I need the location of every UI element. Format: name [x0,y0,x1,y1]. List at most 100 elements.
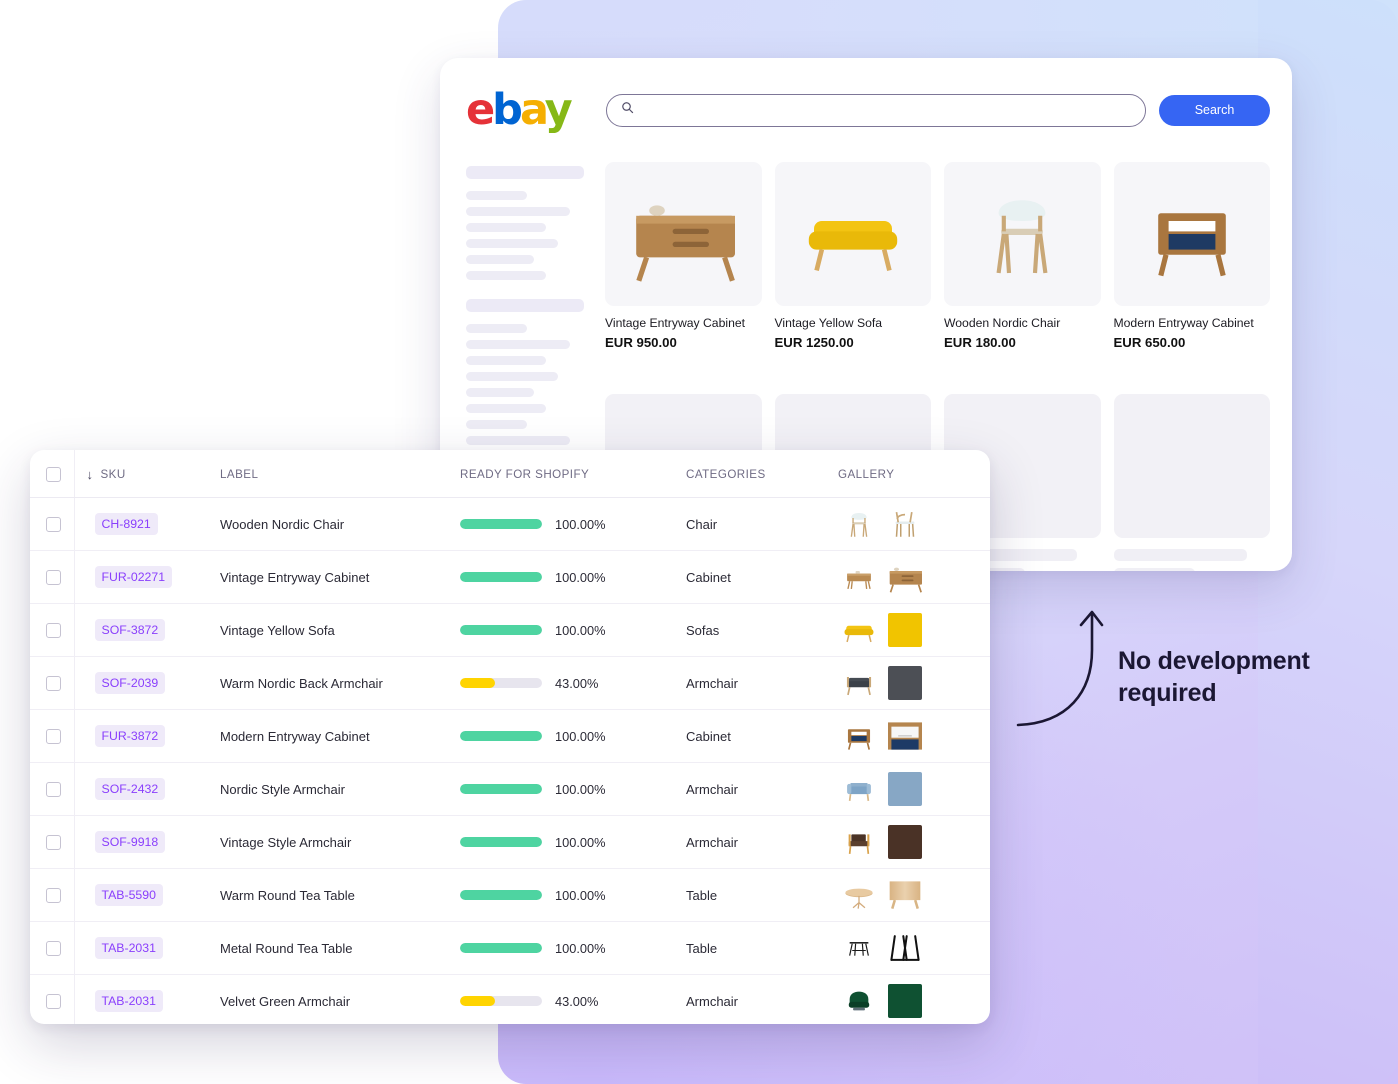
product-card[interactable]: Modern Entryway Cabinet EUR 650.00 [1113,162,1270,382]
table-row[interactable]: TAB-5590 Warm Round Tea Table 100.00% Table [30,868,990,922]
gallery-thumbnail[interactable] [842,878,876,912]
gallery-thumbnail[interactable] [842,719,876,753]
row-checkbox[interactable] [46,516,61,532]
sku-badge: TAB-5590 [94,884,163,906]
product-price: EUR 650.00 [1113,334,1186,350]
product-card[interactable]: Vintage Entryway Cabinet EUR 950.00 [605,162,762,382]
gallery-thumbnail[interactable] [888,613,922,647]
sku-badge: SOF-3872 [94,619,166,641]
progress-bar [460,731,542,741]
gallery-thumbnail[interactable] [842,825,876,859]
row-checkbox[interactable] [46,834,61,850]
callout-line-2: required [1118,679,1217,707]
skeleton-bar [466,404,547,413]
progress-percent: 100.00% [555,728,606,744]
product-card-skeleton [1113,394,1270,571]
gallery-thumbnail[interactable] [842,772,876,806]
row-checkbox[interactable] [46,569,61,585]
gallery-thumbnail[interactable] [888,560,922,594]
gallery-thumbnail[interactable] [888,507,922,541]
row-select-cell [30,497,75,551]
progress-percent: 100.00% [555,834,606,850]
table-row[interactable]: TAB-2031 Velvet Green Armchair 43.00% Armch… [30,974,990,1024]
progress-percent: 43.00% [555,993,599,1009]
cell-sku: SOF-2432 [74,762,208,816]
cell-ready-for-shopify: 100.00% [450,550,686,604]
row-checkbox[interactable] [46,675,61,691]
cell-sku: SOF-3872 [74,603,208,657]
row-checkbox[interactable] [46,728,61,744]
gallery-thumbnail[interactable] [888,666,922,700]
skeleton-bar [466,356,547,365]
product-card[interactable]: Vintage Yellow Sofa EUR 1250.00 [774,162,931,382]
cell-sku: FUR-3872 [74,709,208,763]
progress-bar [460,996,542,1007]
logo-letter-a: a [519,84,548,135]
row-checkbox[interactable] [46,622,61,638]
table-row[interactable]: SOF-3872 Vintage Yellow Sofa 100.00% Sofas [30,603,990,657]
row-checkbox[interactable] [46,887,61,903]
select-all-checkbox[interactable] [46,467,61,482]
sku-badge: CH-8921 [94,513,158,535]
table-row[interactable]: FUR-3872 Modern Entryway Cabinet 100.00% Ca… [30,709,990,763]
gallery-thumbnail[interactable] [842,984,876,1019]
column-header-gallery[interactable]: GALLERY [838,450,990,498]
cell-ready-for-shopify: 100.00% [450,868,686,922]
skeleton-bar [466,324,528,333]
search-icon [621,101,634,119]
cell-gallery [838,921,990,975]
row-select-cell [30,709,75,763]
gallery-thumbnail[interactable] [888,772,922,806]
sort-descending-arrow-icon: ↓ [86,467,94,482]
column-header-ready-for-shopify[interactable]: READY FOR SHOPIFY [450,450,686,498]
cell-ready-for-shopify: 100.00% [450,603,686,657]
skeleton-bar [466,299,584,312]
progress-bar [460,625,542,635]
cell-gallery [838,762,990,816]
skeleton-bar [466,271,547,280]
ebay-logo[interactable]: ebay [466,88,573,132]
gallery-thumbnail[interactable] [888,931,922,965]
row-checkbox[interactable] [46,993,61,1009]
progress-bar [460,784,542,794]
logo-letter-e: e [466,84,495,135]
column-header-label[interactable]: LABEL [208,450,450,498]
row-checkbox[interactable] [46,781,61,797]
product-price: EUR 180.00 [944,334,1016,350]
progress-percent: 100.00% [555,622,606,638]
column-header-sku-label: SKU [100,468,126,481]
progress-percent: 100.00% [555,569,606,585]
gallery-thumbnail[interactable] [842,507,876,541]
logo-letter-b: b [492,84,523,135]
search-button[interactable]: Search [1159,94,1270,126]
search-input[interactable] [633,94,1131,126]
skeleton-bar [466,340,570,349]
row-select-cell [30,921,75,975]
cell-sku: TAB-2031 [74,921,208,975]
column-header-categories[interactable]: CATEGORIES [686,450,838,498]
gallery-thumbnail[interactable] [842,931,876,965]
progress-bar [460,519,542,529]
product-card[interactable]: Wooden Nordic Chair EUR 180.00 [944,162,1101,382]
gallery-thumbnail[interactable] [842,666,876,700]
gallery-thumbnail[interactable] [888,719,922,753]
gallery-thumbnail[interactable] [842,613,876,647]
search-box[interactable] [605,93,1146,127]
gallery-thumbnail[interactable] [888,984,922,1019]
column-header-sku[interactable]: ↓ SKU [74,450,208,498]
progress-bar [460,678,542,688]
table-row[interactable]: SOF-2432 Nordic Style Armchair 100.00% Armc… [30,762,990,816]
gallery-thumbnail[interactable] [842,560,876,594]
row-checkbox[interactable] [46,940,61,956]
table-row[interactable]: SOF-2039 Warm Nordic Back Armchair 43.00% A… [30,656,990,710]
cell-ready-for-shopify: 100.00% [450,815,686,869]
progress-percent: 100.00% [555,781,606,797]
gallery-thumbnail[interactable] [888,878,922,912]
table-row[interactable]: FUR-02271 Vintage Entryway Cabinet 100.00%… [30,550,990,604]
table-row[interactable]: SOF-9918 Vintage Style Armchair 100.00% Arm… [30,815,990,869]
table-row[interactable]: CH-8921 Wooden Nordic Chair 100.00% Chair [30,497,990,551]
cell-category: Armchair [686,656,838,710]
gallery-thumbnail[interactable] [888,825,922,859]
table-row[interactable]: TAB-2031 Metal Round Tea Table 100.00% Tabl… [30,921,990,975]
sku-badge: SOF-2432 [94,778,166,800]
